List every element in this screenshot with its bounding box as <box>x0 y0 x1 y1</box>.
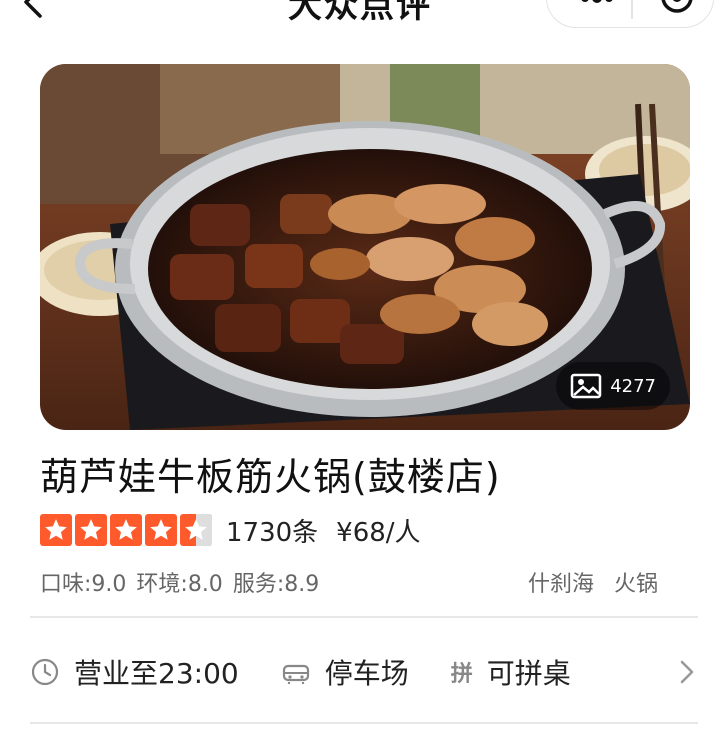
service-score: 服务:8.9 <box>232 572 320 597</box>
shop-info-row[interactable]: 营业至23:00 停车场 拼 可拼桌 <box>30 644 698 700</box>
divider <box>30 616 698 618</box>
hero-photo[interactable]: 4277 <box>40 64 690 430</box>
half-star-icon <box>180 514 212 546</box>
chevron-right-icon[interactable] <box>676 656 698 688</box>
shared-table-text: 可拼桌 <box>486 657 571 690</box>
capsule-divider <box>631 0 633 19</box>
image-icon <box>570 373 602 399</box>
shared-table-info: 拼 可拼桌 <box>451 652 571 692</box>
environment-score: 环境:8.0 <box>136 572 223 597</box>
area-tag[interactable]: 什刹海 <box>528 566 594 598</box>
category-tag[interactable]: 火锅 <box>614 566 658 598</box>
rating-row: 1730条 ¥68/人 <box>40 510 421 550</box>
car-icon <box>282 664 309 684</box>
close-target-icon[interactable] <box>657 0 697 17</box>
star-rating <box>40 514 212 546</box>
star-icon <box>40 514 72 546</box>
taste-score: 口味:9.0 <box>40 572 127 597</box>
hours-text: 营业至23:00 <box>74 657 239 690</box>
more-dots-icon[interactable] <box>579 0 615 7</box>
divider <box>30 722 698 724</box>
average-price: ¥68/人 <box>336 517 421 548</box>
business-hours: 营业至23:00 <box>30 652 239 692</box>
top-nav-bar: 大众点评 <box>0 0 720 40</box>
shop-tags: 什刹海 火锅 <box>528 566 658 598</box>
mini-program-capsule <box>546 0 714 28</box>
photo-count-badge[interactable]: 4277 <box>556 362 670 410</box>
star-icon <box>75 514 107 546</box>
score-breakdown: 口味:9.0 环境:8.0 服务:8.9 <box>40 566 319 598</box>
parking-info: 停车场 <box>281 652 409 692</box>
star-icon <box>145 514 177 546</box>
clock-icon <box>31 658 59 686</box>
shop-name: 葫芦娃牛板筋火锅(鼓楼店) <box>40 455 501 499</box>
review-count[interactable]: 1730条 <box>226 512 318 549</box>
parking-text: 停车场 <box>324 657 409 690</box>
shared-table-icon: 拼 <box>450 662 473 687</box>
star-icon <box>110 514 142 546</box>
photo-count-text: 4277 <box>610 375 656 397</box>
